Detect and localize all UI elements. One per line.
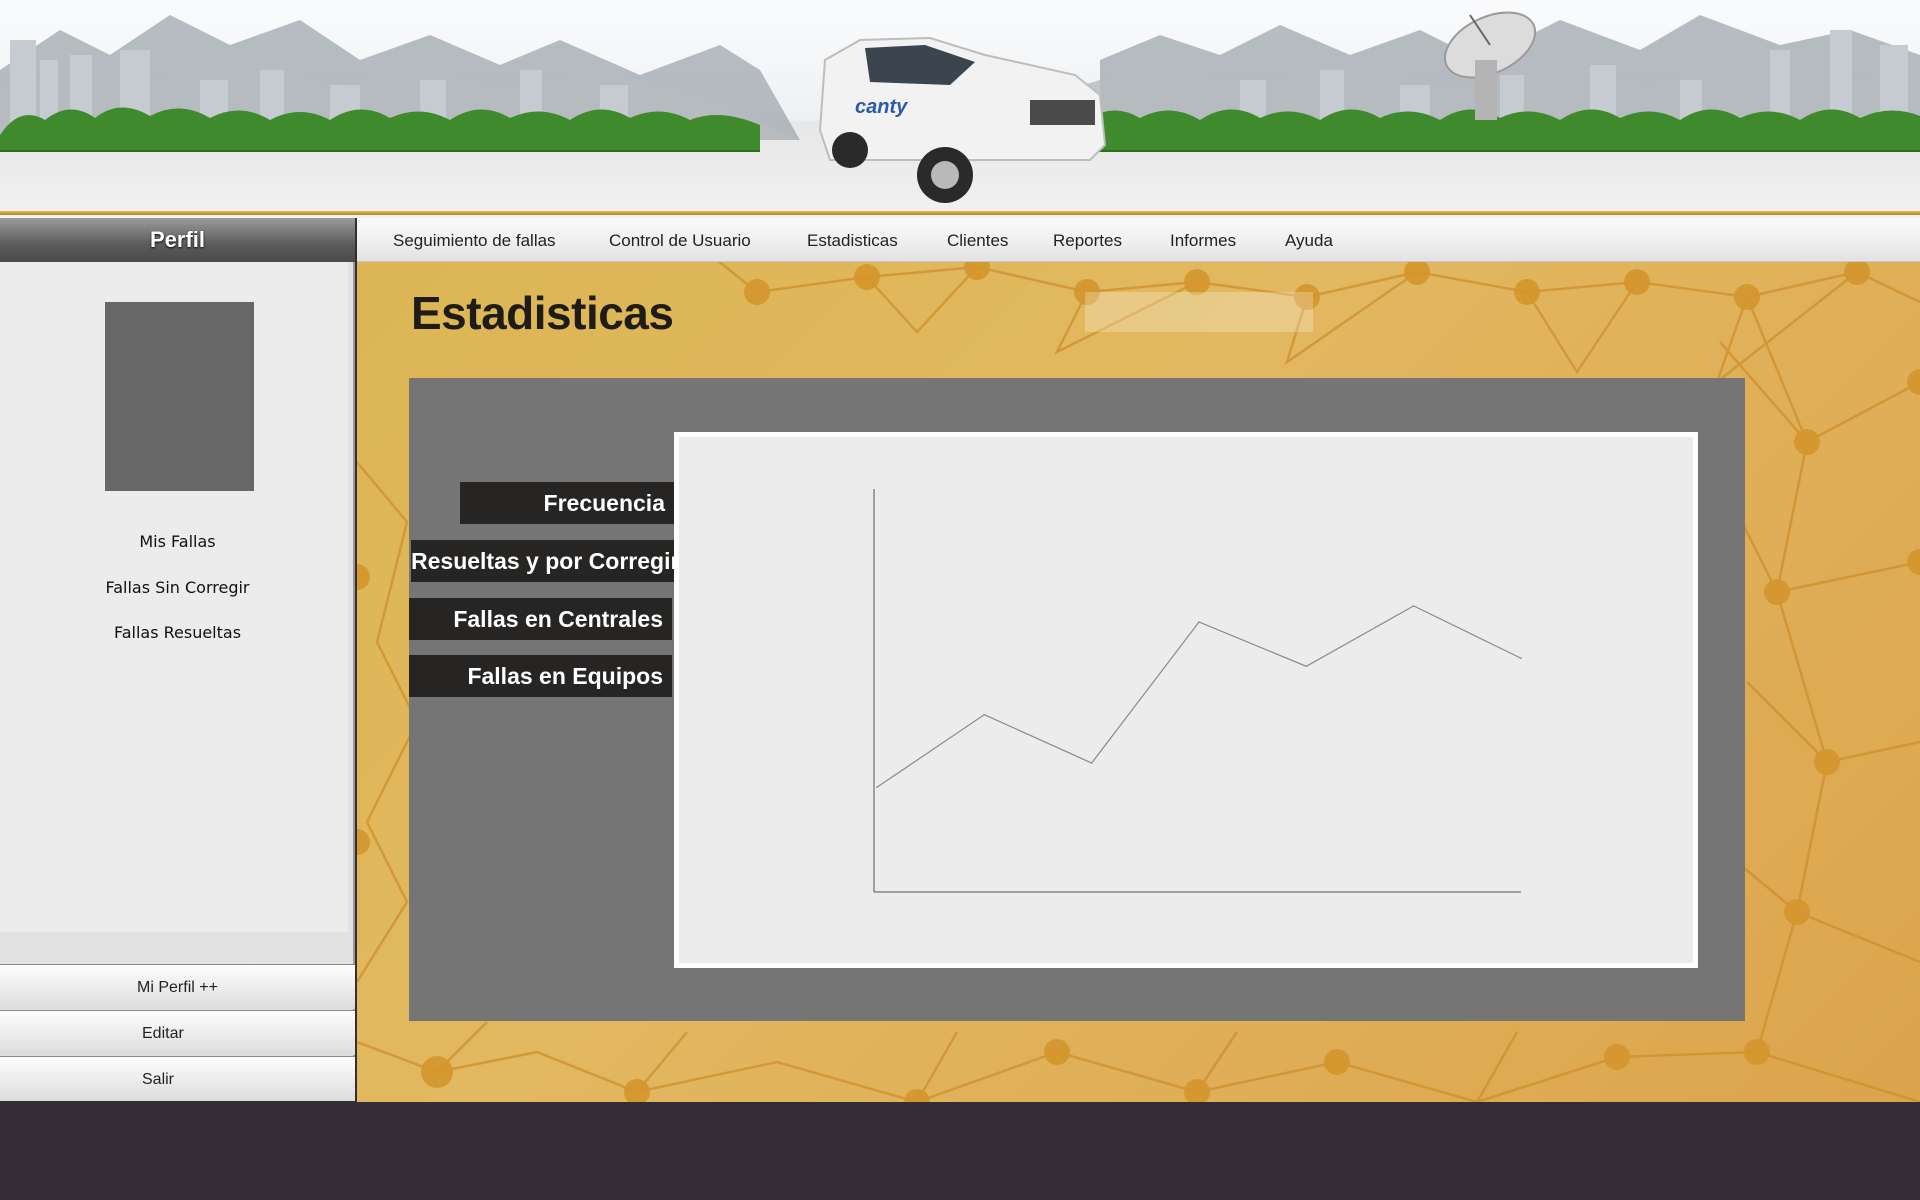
nav-reportes[interactable]: Reportes	[1053, 218, 1122, 262]
banner-illustration: canty	[0, 11, 1920, 203]
data-point-1	[876, 786, 878, 789]
statistics-panel: Frecuencia Resueltas y por Corregir Fall…	[409, 378, 1745, 1021]
avatar	[105, 302, 254, 491]
tab-fallas-en-equipos[interactable]: Fallas en Equipos	[409, 655, 672, 697]
data-point-3	[1090, 762, 1093, 764]
data-point-5	[1305, 665, 1308, 668]
tab-fallas-en-centrales[interactable]: Fallas en Centrales	[409, 598, 672, 640]
nav-clientes[interactable]: Clientes	[947, 218, 1008, 262]
search-input[interactable]	[1085, 292, 1313, 332]
page-title: Estadisticas	[411, 287, 674, 339]
footer-bar	[0, 1102, 1920, 1200]
nav-estadisticas[interactable]: Estadisticas	[807, 218, 898, 262]
data-point-7	[1520, 657, 1522, 660]
editar-button[interactable]: Editar	[0, 1010, 355, 1055]
main-content: Estadisticas Frecuencia Resueltas y por …	[357, 262, 1920, 1102]
chart-area	[679, 437, 1693, 963]
salir-button[interactable]: Salir	[0, 1056, 355, 1101]
nav-informes[interactable]: Informes	[1170, 218, 1236, 262]
line-chart	[873, 489, 1522, 893]
tab-frecuencia[interactable]: Frecuencia	[460, 482, 674, 524]
sidebar-link-fallas-sin-corregir[interactable]: Fallas Sin Corregir	[0, 578, 355, 597]
data-point-6	[1412, 605, 1415, 607]
truck-logo: canty	[855, 96, 908, 118]
sidebar: Perfil Mis Fallas Fallas Sin Corregir Fa…	[0, 218, 355, 1101]
sidebar-header: Perfil	[0, 218, 355, 262]
nav-seguimiento-de-fallas[interactable]: Seguimiento de fallas	[393, 218, 556, 262]
nav-ayuda[interactable]: Ayuda	[1285, 218, 1333, 262]
header-banner: canty	[0, 0, 1920, 218]
sidebar-link-fallas-resueltas[interactable]: Fallas Resueltas	[0, 623, 355, 642]
profile-panel: Mis Fallas Fallas Sin Corregir Fallas Re…	[0, 262, 348, 932]
tab-resueltas-y-por-corregir[interactable]: Resueltas y por Corregir	[411, 540, 679, 582]
top-navigation: Seguimiento de fallas Control de Usuario…	[357, 218, 1920, 262]
data-point-2	[983, 713, 986, 716]
nav-control-de-usuario[interactable]: Control de Usuario	[609, 218, 751, 262]
data-point-4	[1198, 621, 1200, 623]
chart-frame	[674, 432, 1698, 968]
banner-gold-stripe	[0, 211, 1920, 215]
sidebar-link-mis-fallas[interactable]: Mis Fallas	[0, 532, 355, 551]
series-line	[876, 605, 1522, 788]
mi-perfil-button[interactable]: Mi Perfil ++	[0, 964, 355, 1009]
